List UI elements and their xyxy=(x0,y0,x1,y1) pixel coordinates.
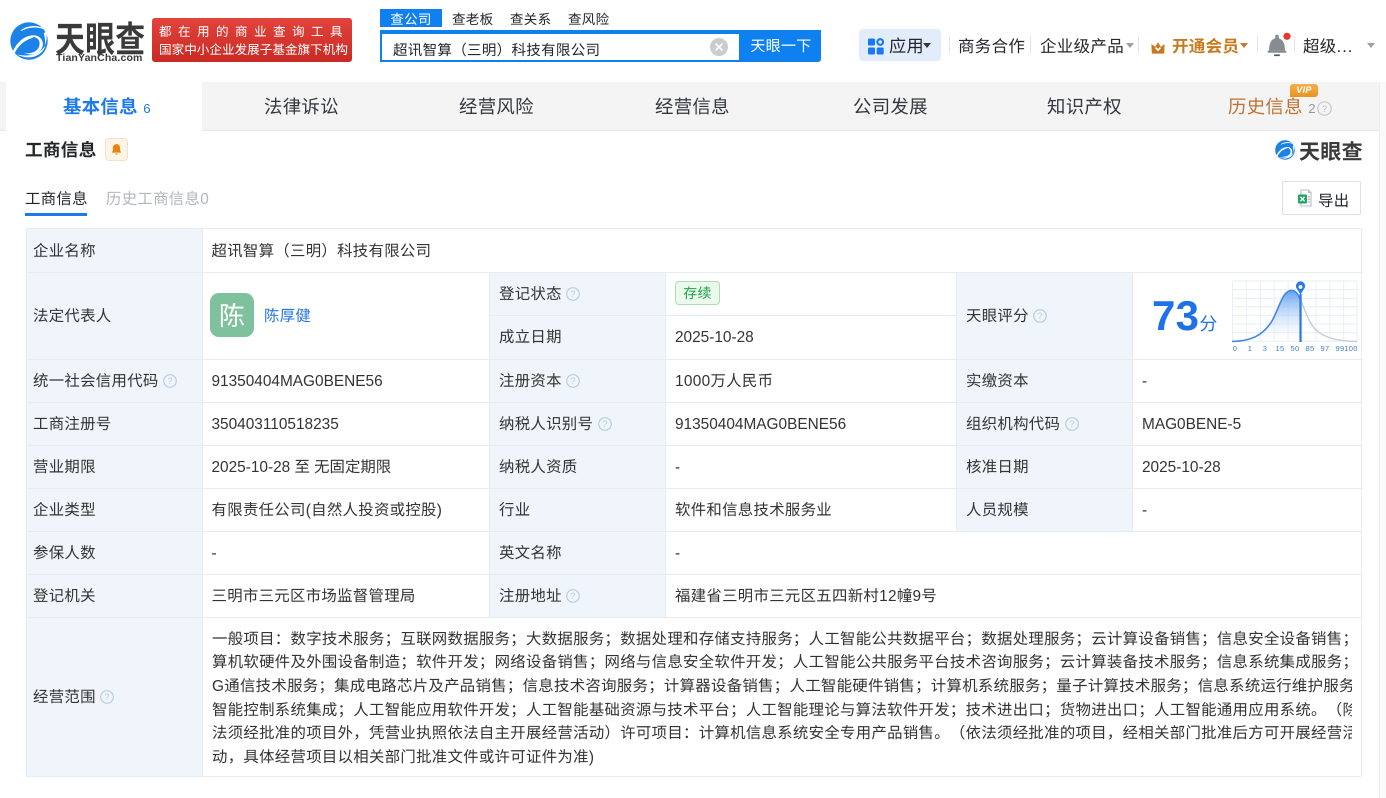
svg-text:?: ? xyxy=(105,692,110,702)
svg-text:?: ? xyxy=(168,376,173,386)
svg-text:50: 50 xyxy=(1291,344,1300,353)
svg-text:100: 100 xyxy=(1344,344,1357,353)
svg-text:?: ? xyxy=(571,289,576,299)
svg-text:?: ? xyxy=(1069,419,1074,429)
svg-text:3: 3 xyxy=(1263,344,1267,353)
svg-text:1: 1 xyxy=(1248,344,1252,353)
svg-text:85: 85 xyxy=(1306,344,1315,353)
svg-text:99: 99 xyxy=(1336,344,1345,353)
svg-text:?: ? xyxy=(602,419,607,429)
svg-text:97: 97 xyxy=(1321,344,1330,353)
svg-text:?: ? xyxy=(571,376,576,386)
svg-text:?: ? xyxy=(571,591,576,601)
svg-text:?: ? xyxy=(1038,311,1043,321)
svg-text:15: 15 xyxy=(1276,344,1285,353)
svg-text:?: ? xyxy=(1322,104,1328,115)
svg-text:0: 0 xyxy=(1233,344,1237,353)
